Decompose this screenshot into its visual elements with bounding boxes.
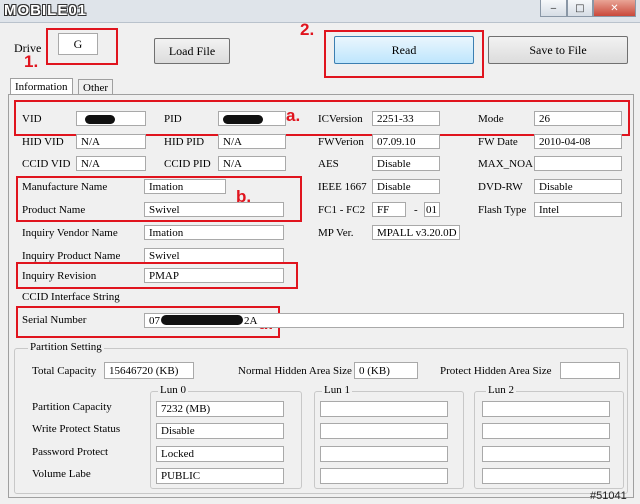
ieee-1667-field[interactable]: Disable	[372, 179, 440, 194]
partition-capacity-label: Partition Capacity	[32, 401, 112, 413]
inquiry-revision-field[interactable]: PMAP	[144, 268, 284, 283]
hid-vid-label: HID VID	[22, 136, 64, 148]
inquiry-vendor-label: Inquiry Vendor Name	[22, 227, 118, 239]
flash-type-label: Flash Type	[478, 204, 527, 216]
lun0-write-protect-field[interactable]: Disable	[156, 423, 284, 439]
manufacture-name-field[interactable]: Imation	[144, 179, 226, 194]
serial-prefix: 07	[149, 315, 160, 327]
lun0-partition-capacity-field[interactable]: 7232 (MB)	[156, 401, 284, 417]
password-protect-label: Password Protect	[32, 446, 109, 458]
pid-label: PID	[164, 113, 182, 125]
aes-label: AES	[318, 158, 339, 170]
hid-vid-field[interactable]: N/A	[76, 134, 146, 149]
flash-type-field[interactable]: Intel	[534, 202, 622, 217]
ieee-1667-label: IEEE 1667	[318, 181, 367, 193]
product-name-label: Product Name	[22, 204, 86, 216]
inquiry-vendor-field[interactable]: Imation	[144, 225, 284, 240]
annotation-box-2	[324, 30, 484, 78]
redaction-mark	[223, 115, 263, 124]
annotation-label-2: 2.	[300, 20, 315, 39]
close-button[interactable]: ✕	[592, 0, 636, 17]
lun1-write-protect-field[interactable]	[320, 423, 448, 439]
lun1-title: Lun 1	[322, 384, 352, 396]
fc-dash: -	[414, 204, 418, 216]
ccid-vid-label: CCID VID	[22, 158, 71, 170]
manufacture-name-label: Manufacture Name	[22, 181, 108, 193]
protect-hidden-area-label: Protect Hidden Area Size	[440, 365, 552, 377]
annotation-label-a: a.	[286, 106, 301, 125]
lun0-title: Lun 0	[158, 384, 188, 396]
dvd-rw-field[interactable]: Disable	[534, 179, 622, 194]
lun2-title: Lun 2	[486, 384, 516, 396]
aes-field[interactable]: Disable	[372, 156, 440, 171]
volume-label-label: Volume Labe	[32, 468, 91, 480]
write-protect-status-label: Write Protect Status	[32, 423, 121, 435]
inquiry-revision-label: Inquiry Revision	[22, 270, 97, 282]
serial-suffix: 2A	[244, 315, 258, 327]
hid-pid-label: HID PID	[164, 136, 205, 148]
icversion-field[interactable]: 2251-33	[372, 111, 440, 126]
pid-field[interactable]	[218, 111, 286, 126]
lun2-password-protect-field[interactable]	[482, 446, 610, 462]
mp-ver-label: MP Ver.	[318, 227, 354, 239]
lun1-partition-capacity-field[interactable]	[320, 401, 448, 417]
fw-date-label: FW Date	[478, 136, 518, 148]
icversion-label: ICVersion	[318, 113, 363, 125]
ccid-interface-label: CCID Interface String	[22, 291, 120, 303]
serial-number-label: Serial Number	[22, 314, 87, 326]
window-controls: ‒ □ ✕	[540, 0, 636, 17]
lun2-volume-label-field[interactable]	[482, 468, 610, 484]
serial-number-field[interactable]: 07 2A	[144, 313, 624, 328]
brand-logo: MOBILE01	[4, 2, 88, 19]
redaction-mark	[161, 315, 243, 325]
lun0-password-protect-field[interactable]: Locked	[156, 446, 284, 462]
lun2-partition-capacity-field[interactable]	[482, 401, 610, 417]
protect-hidden-area-field[interactable]	[560, 362, 620, 379]
fc1-fc2-label: FC1 - FC2	[318, 204, 366, 216]
annotation-label-1: 1.	[24, 52, 39, 71]
tab-other[interactable]: Other	[78, 79, 114, 95]
inquiry-product-label: Inquiry Product Name	[22, 250, 121, 262]
fc1-field[interactable]: FF	[372, 202, 406, 217]
save-to-file-button[interactable]: Save to File	[488, 36, 628, 64]
lun0-volume-label-field[interactable]: PUBLIC	[156, 468, 284, 484]
tab-information[interactable]: Information	[10, 78, 73, 95]
maximize-button[interactable]: □	[566, 0, 593, 17]
minimize-button[interactable]: ‒	[540, 0, 567, 17]
vid-label: VID	[22, 113, 42, 125]
mode-field[interactable]: 26	[534, 111, 622, 126]
partition-setting-title: Partition Setting	[28, 341, 104, 353]
fwversion-label: FWVerion	[318, 136, 364, 148]
fc2-field[interactable]: 01	[424, 202, 440, 217]
annotation-box-1	[46, 28, 118, 65]
mp-ver-field[interactable]: MPALL v3.20.0D	[372, 225, 460, 240]
lun1-password-protect-field[interactable]	[320, 446, 448, 462]
dvd-rw-label: DVD-RW	[478, 181, 523, 193]
total-capacity-field[interactable]: 15646720 (KB)	[104, 362, 194, 379]
lun1-volume-label-field[interactable]	[320, 468, 448, 484]
lun2-write-protect-field[interactable]	[482, 423, 610, 439]
mode-label: Mode	[478, 113, 504, 125]
redaction-mark	[85, 115, 115, 124]
ccid-pid-label: CCID PID	[164, 158, 211, 170]
fw-date-field[interactable]: 2010-04-08	[534, 134, 622, 149]
normal-hidden-area-field[interactable]: 0 (KB)	[354, 362, 418, 379]
load-file-button[interactable]: Load File	[154, 38, 230, 64]
inquiry-product-field[interactable]: Swivel	[144, 248, 284, 263]
vid-field[interactable]	[76, 111, 146, 126]
ccid-vid-field[interactable]: N/A	[76, 156, 146, 171]
ccid-pid-field[interactable]: N/A	[218, 156, 286, 171]
product-name-field[interactable]: Swivel	[144, 202, 284, 217]
fwversion-field[interactable]: 07.09.10	[372, 134, 440, 149]
max-noa-field[interactable]	[534, 156, 622, 171]
normal-hidden-area-label: Normal Hidden Area Size	[238, 365, 352, 377]
hid-pid-field[interactable]: N/A	[218, 134, 286, 149]
max-noa-label: MAX_NOA	[478, 158, 533, 170]
total-capacity-label: Total Capacity	[32, 365, 97, 377]
watermark-id: #51041	[590, 490, 627, 502]
